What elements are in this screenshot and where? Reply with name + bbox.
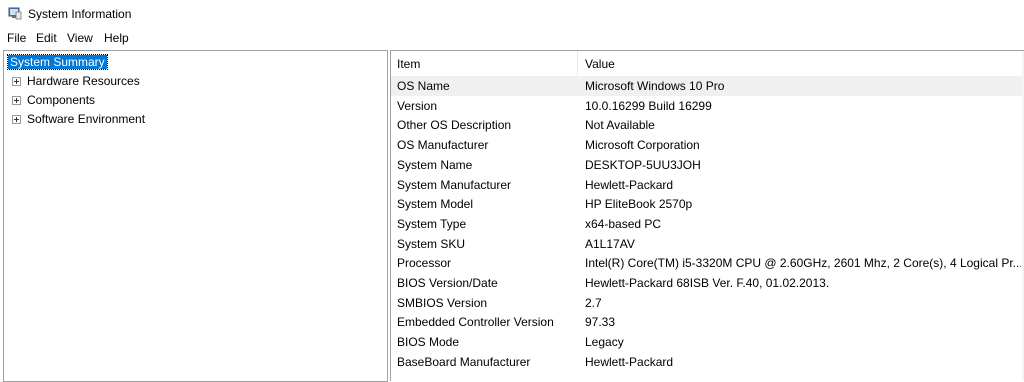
row-item: Version — [397, 98, 438, 113]
menu-help[interactable]: Help — [101, 31, 132, 45]
tree-item-hardware-resources[interactable]: Hardware Resources — [4, 72, 204, 90]
row-item: OS Manufacturer — [397, 138, 489, 153]
table-row[interactable]: OS Name Microsoft Windows 10 Pro — [391, 76, 1024, 96]
menu-edit[interactable]: Edit — [33, 31, 60, 45]
table-row[interactable]: System Model HP EliteBook 2570p — [391, 194, 1024, 214]
table-row[interactable]: System Manufacturer Hewlett-Packard — [391, 175, 1024, 195]
category-tree[interactable]: System Summary Hardware Resources Compon… — [3, 50, 388, 382]
row-item: System Type — [397, 216, 467, 231]
table-row[interactable]: SMBIOS Version 2.7 — [391, 293, 1024, 313]
table-row[interactable]: System SKU A1L17AV — [391, 234, 1024, 254]
details-list[interactable]: Item Value OS Name Microsoft Windows 10 … — [390, 50, 1024, 381]
row-item: SMBIOS Version — [397, 295, 488, 310]
row-value: x64-based PC — [585, 216, 662, 231]
row-item: System Model — [397, 197, 474, 212]
tree-item-label: Components — [27, 93, 96, 107]
tree-item-label: Hardware Resources — [27, 74, 140, 88]
row-item: Other OS Description — [397, 118, 512, 133]
menu-file[interactable]: File — [4, 31, 29, 45]
expand-icon[interactable] — [12, 96, 21, 105]
row-item: BIOS Version/Date — [397, 276, 498, 290]
row-item: Processor — [397, 256, 452, 271]
row-value: 2.7 — [585, 295, 602, 310]
row-value: Hewlett-Packard 68ISB Ver. F.40, 01.02.2… — [585, 276, 830, 290]
table-row[interactable]: System Name DESKTOP-5UU3JOH — [391, 155, 1024, 175]
tree-item-label: Software Environment — [27, 112, 146, 126]
row-value: DESKTOP-5UU3JOH — [585, 157, 701, 172]
table-row[interactable]: OS Manufacturer Microsoft Corporation — [391, 135, 1024, 155]
row-value: HP EliteBook 2570p — [585, 197, 693, 212]
row-value: Intel(R) Core(TM) i5-3320M CPU @ 2.60GHz… — [585, 256, 1021, 271]
table-row[interactable]: Processor Intel(R) Core(TM) i5-3320M CPU… — [391, 253, 1024, 273]
row-value: 97.33 — [585, 315, 616, 330]
row-value: Microsoft Corporation — [585, 138, 700, 153]
table-row[interactable]: BIOS Mode Legacy — [391, 332, 1024, 352]
table-row[interactable]: Version 10.0.16299 Build 16299 — [391, 96, 1024, 116]
tree-item-label: System Summary — [7, 54, 108, 70]
system-information-icon — [8, 6, 22, 20]
row-item: BIOS Mode — [397, 335, 460, 350]
row-item: System Manufacturer — [397, 177, 512, 192]
row-value: A1L17AV — [585, 236, 635, 251]
menu-bar: File Edit View Help — [0, 28, 1024, 48]
column-header-item[interactable]: Item — [397, 51, 577, 75]
row-value: 10.0.16299 Build 16299 — [585, 98, 712, 113]
window-title: System Information — [28, 7, 132, 21]
menu-view[interactable]: View — [64, 31, 96, 45]
column-divider[interactable] — [577, 51, 578, 75]
table-row[interactable]: System Type x64-based PC — [391, 214, 1024, 234]
row-value: Not Available — [585, 118, 655, 133]
table-row[interactable]: BIOS Version/Date Hewlett-Packard 68ISB … — [391, 273, 1024, 293]
row-item: System SKU — [397, 236, 466, 251]
tree-item-software-environment[interactable]: Software Environment — [4, 110, 204, 128]
row-value: Hewlett-Packard — [585, 354, 674, 369]
expand-icon[interactable] — [12, 115, 21, 124]
row-item: Embedded Controller Version — [397, 315, 554, 330]
title-bar: System Information — [0, 0, 1024, 28]
table-row[interactable]: Embedded Controller Version 97.33 — [391, 312, 1024, 332]
table-row[interactable]: BaseBoard Manufacturer Hewlett-Packard — [391, 352, 1024, 372]
table-row[interactable]: Other OS Description Not Available — [391, 115, 1024, 135]
row-item: OS Name — [397, 79, 450, 93]
row-value: Legacy — [585, 335, 624, 350]
row-value: Hewlett-Packard — [585, 177, 674, 192]
row-item: BaseBoard Manufacturer — [397, 354, 531, 369]
column-header-value[interactable]: Value — [585, 51, 1015, 75]
expand-icon[interactable] — [12, 77, 21, 86]
tree-item-components[interactable]: Components — [4, 91, 204, 109]
tree-item-system-summary[interactable]: System Summary — [7, 53, 108, 71]
row-value: Microsoft Windows 10 Pro — [585, 79, 725, 93]
row-item: System Name — [397, 157, 473, 172]
